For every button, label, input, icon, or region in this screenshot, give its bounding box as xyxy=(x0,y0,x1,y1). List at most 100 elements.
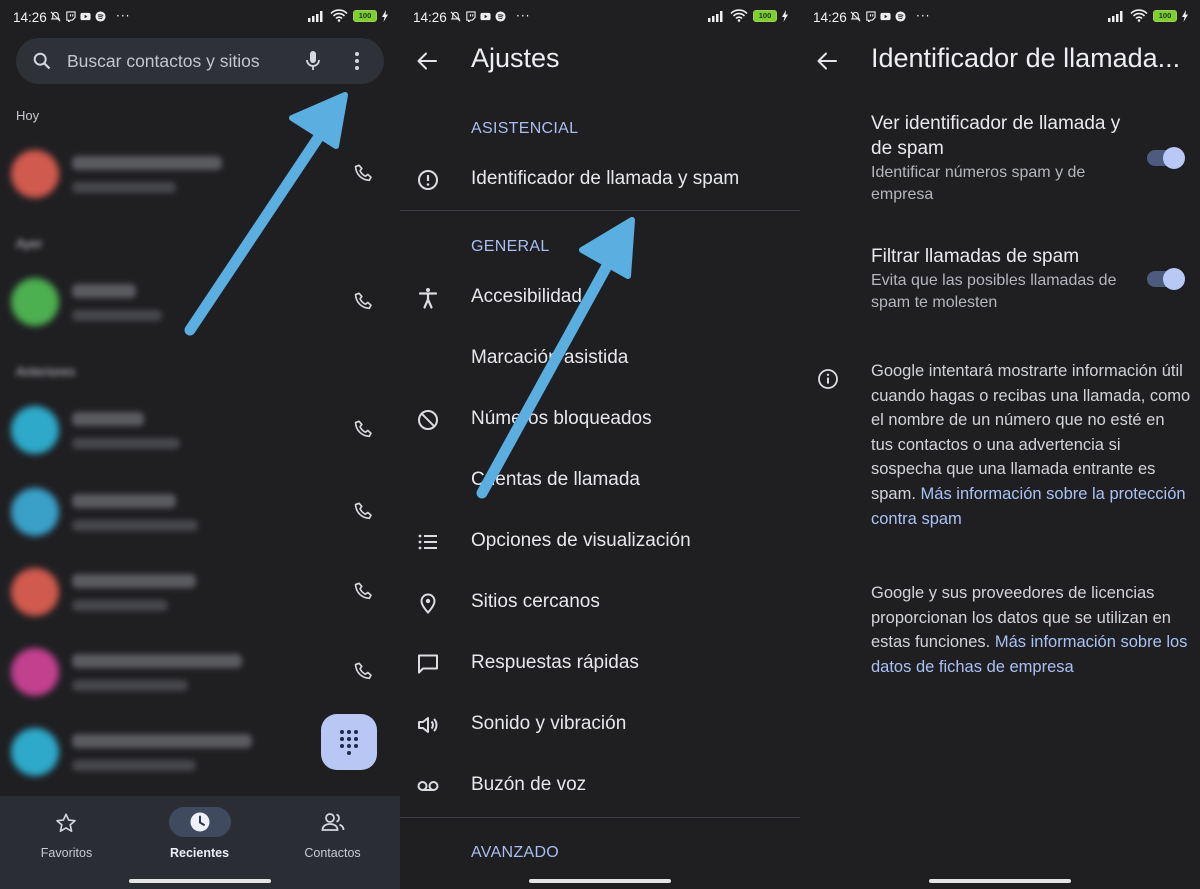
spam-protection-link[interactable]: Más información sobre la protección cont… xyxy=(871,485,1186,528)
avatar xyxy=(11,150,59,198)
divider xyxy=(400,210,800,211)
youtube-icon xyxy=(480,12,491,21)
settings-item-label: Sonido y vibración xyxy=(471,713,627,734)
phone-icon[interactable] xyxy=(353,163,375,185)
category-asistencial: ASISTENCIAL xyxy=(471,120,579,137)
dialpad-icon xyxy=(340,730,358,755)
clock-icon xyxy=(190,812,210,832)
info-text: Google intentará mostrarte información ú… xyxy=(871,362,1191,503)
call-details-redacted xyxy=(72,680,188,691)
wifi-icon xyxy=(1130,9,1148,22)
spotify-icon xyxy=(495,11,506,22)
section-older: Anteriores xyxy=(16,364,76,379)
settings-item-label: Accesibilidad xyxy=(471,286,582,307)
signal-icon xyxy=(708,10,723,22)
more-notifications: ··· xyxy=(916,9,931,23)
block-icon xyxy=(418,410,438,430)
call-details-redacted xyxy=(72,600,168,611)
nav-recents[interactable]: Recientes xyxy=(133,796,266,889)
settings-item-quick-responses[interactable]: Respuestas rápidas xyxy=(400,634,800,694)
charging-icon xyxy=(1182,9,1188,22)
page-title: Ajustes xyxy=(471,43,560,73)
contact-name-redacted xyxy=(72,654,242,668)
spam-filter-toggle[interactable] xyxy=(1147,268,1185,290)
info-icon xyxy=(818,369,838,389)
notification-icons: ··· xyxy=(50,9,131,23)
pref-caller-id[interactable]: Ver identificador de llamada y de spam I… xyxy=(871,111,1131,206)
settings-item-accessibility[interactable]: Accesibilidad xyxy=(400,268,800,328)
microphone-icon[interactable] xyxy=(305,49,321,73)
avatar xyxy=(11,278,59,326)
twitch-icon xyxy=(866,11,876,22)
status-time: 14:26 xyxy=(13,10,47,25)
phone-icon[interactable] xyxy=(353,581,375,603)
home-indicator xyxy=(129,879,271,883)
nav-favorites[interactable]: Favoritos xyxy=(0,796,133,889)
charging-icon xyxy=(782,9,788,22)
contacts-icon xyxy=(321,813,345,831)
twitch-icon xyxy=(66,11,76,22)
contact-name-redacted xyxy=(72,412,144,426)
phone-icon[interactable] xyxy=(353,661,375,683)
settings-item-assisted-dialing[interactable]: Marcación asistida xyxy=(400,329,800,389)
home-indicator xyxy=(929,879,1071,883)
phone-icon[interactable] xyxy=(353,501,375,523)
more-options-icon[interactable] xyxy=(353,51,361,71)
settings-item-nearby-places[interactable]: Sitios cercanos xyxy=(400,573,800,633)
page-title: Identificador de llamada... xyxy=(871,43,1181,73)
status-right-icons: 100 xyxy=(708,9,788,22)
alert-circle-icon xyxy=(418,170,438,190)
more-notifications: ··· xyxy=(116,9,131,23)
spotify-icon xyxy=(895,11,906,22)
settings-item-calling-accounts[interactable]: Cuentas de llamada xyxy=(400,451,800,511)
avatar xyxy=(11,568,59,616)
status-right-icons: 100 xyxy=(1108,9,1188,22)
settings-item-label: Sitios cercanos xyxy=(471,591,600,612)
star-icon xyxy=(56,813,76,832)
nav-contacts[interactable]: Contactos xyxy=(266,796,399,889)
search-input[interactable]: Buscar contactos y sitios xyxy=(67,51,260,72)
notification-icons: ··· xyxy=(850,9,931,23)
info-paragraph: Google intentará mostrarte información ú… xyxy=(871,359,1191,531)
home-indicator xyxy=(529,879,671,883)
settings-item-sound-vibration[interactable]: Sonido y vibración xyxy=(400,695,800,755)
license-paragraph: Google y sus proveedores de licencias pr… xyxy=(871,581,1191,679)
phone-icon[interactable] xyxy=(353,419,375,441)
bottom-navigation: Favoritos Recientes Contactos xyxy=(0,796,400,889)
call-details-redacted xyxy=(72,760,196,771)
contact-name-redacted xyxy=(72,494,176,508)
signal-icon xyxy=(308,10,323,22)
category-general: GENERAL xyxy=(471,238,550,255)
battery-indicator: 100 xyxy=(753,9,777,22)
dialpad-button[interactable] xyxy=(321,714,377,770)
status-right-icons: 100 xyxy=(308,9,388,22)
back-arrow-icon[interactable] xyxy=(816,50,838,72)
settings-item-caller-id[interactable]: Identificador de llamada y spam xyxy=(400,150,800,210)
nav-contacts-label: Contactos xyxy=(304,846,361,860)
mute-bell-icon xyxy=(850,11,861,22)
contact-name-redacted xyxy=(72,734,252,748)
phone-icon[interactable] xyxy=(353,291,375,313)
more-notifications: ··· xyxy=(516,9,531,23)
back-arrow-icon[interactable] xyxy=(416,50,438,72)
status-time: 14:26 xyxy=(813,10,847,25)
pref-spam-filter[interactable]: Filtrar llamadas de spam Evita que las p… xyxy=(871,244,1131,314)
settings-item-display-options[interactable]: Opciones de visualización xyxy=(400,512,800,572)
youtube-icon xyxy=(880,12,891,21)
spotify-icon xyxy=(95,11,106,22)
caller-id-toggle[interactable] xyxy=(1147,147,1185,169)
settings-item-voicemail[interactable]: Buzón de voz xyxy=(400,756,800,816)
settings-item-label: Identificador de llamada y spam xyxy=(471,168,740,189)
mute-bell-icon xyxy=(450,11,461,22)
settings-item-blocked-numbers[interactable]: Números bloqueados xyxy=(400,390,800,450)
wifi-icon xyxy=(730,9,748,22)
settings-item-label: Buzón de voz xyxy=(471,774,587,795)
section-today: Hoy xyxy=(16,108,40,123)
contact-name-redacted xyxy=(72,284,136,298)
avatar xyxy=(11,406,59,454)
call-details-redacted xyxy=(72,520,198,531)
call-details-redacted xyxy=(72,182,176,193)
search-bar[interactable]: Buscar contactos y sitios xyxy=(16,38,384,84)
location-icon xyxy=(420,593,436,614)
status-bar: 14:26 ··· 100 xyxy=(800,0,1200,36)
